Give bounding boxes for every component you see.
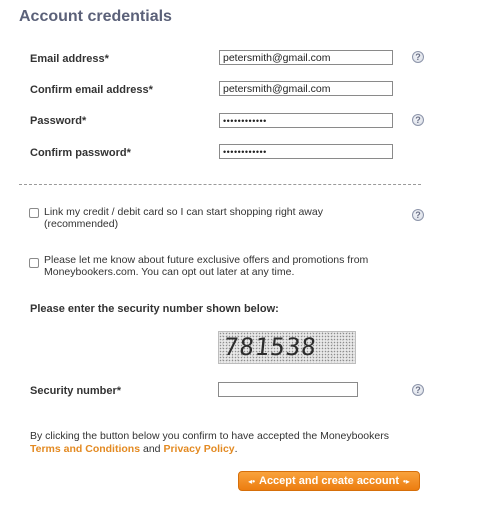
consent-period: . [234,443,238,455]
consent-text: By clicking the button below you confirm… [30,430,389,456]
security-number-label: Security number* [30,385,122,397]
confirm-email-label: Confirm email address* [30,84,153,96]
offers-checkbox-label: Please let me know about future exclusiv… [44,254,369,278]
email-label: Email address* [30,53,109,65]
accept-create-account-button[interactable]: ◂• Accept and create account •▸ [238,471,420,491]
email-field[interactable] [219,50,393,65]
security-help-icon[interactable]: ? [412,384,424,396]
button-label: Accept and create account [259,475,399,487]
terms-link[interactable]: Terms and Conditions [30,443,140,455]
consent-sentence: By clicking the button below you confirm… [30,430,389,442]
email-help-icon[interactable]: ? [412,51,424,63]
captcha-image: 781538 [218,331,356,364]
button-left-arrow-icon: ◂• [248,476,255,486]
security-prompt: Please enter the security number shown b… [30,303,279,315]
confirm-password-label: Confirm password* [30,147,131,159]
consent-and: and [142,443,161,455]
password-help-icon[interactable]: ? [412,114,424,126]
section-divider [19,184,421,185]
link-card-checkbox[interactable] [29,208,39,218]
button-right-arrow-icon: •▸ [403,476,410,486]
offers-checkbox[interactable] [29,258,39,268]
password-label: Password* [30,115,87,127]
confirm-email-field[interactable] [219,81,393,96]
security-number-field[interactable] [218,382,358,397]
section-title: Account credentials [19,8,172,25]
password-field[interactable] [219,113,393,128]
captcha-text: 781538 [222,333,319,361]
link-card-checkbox-label: Link my credit / debit card so I can sta… [44,206,323,230]
confirm-password-field[interactable] [219,144,393,159]
link-card-help-icon[interactable]: ? [412,209,424,221]
privacy-link[interactable]: Privacy Policy [163,443,234,455]
